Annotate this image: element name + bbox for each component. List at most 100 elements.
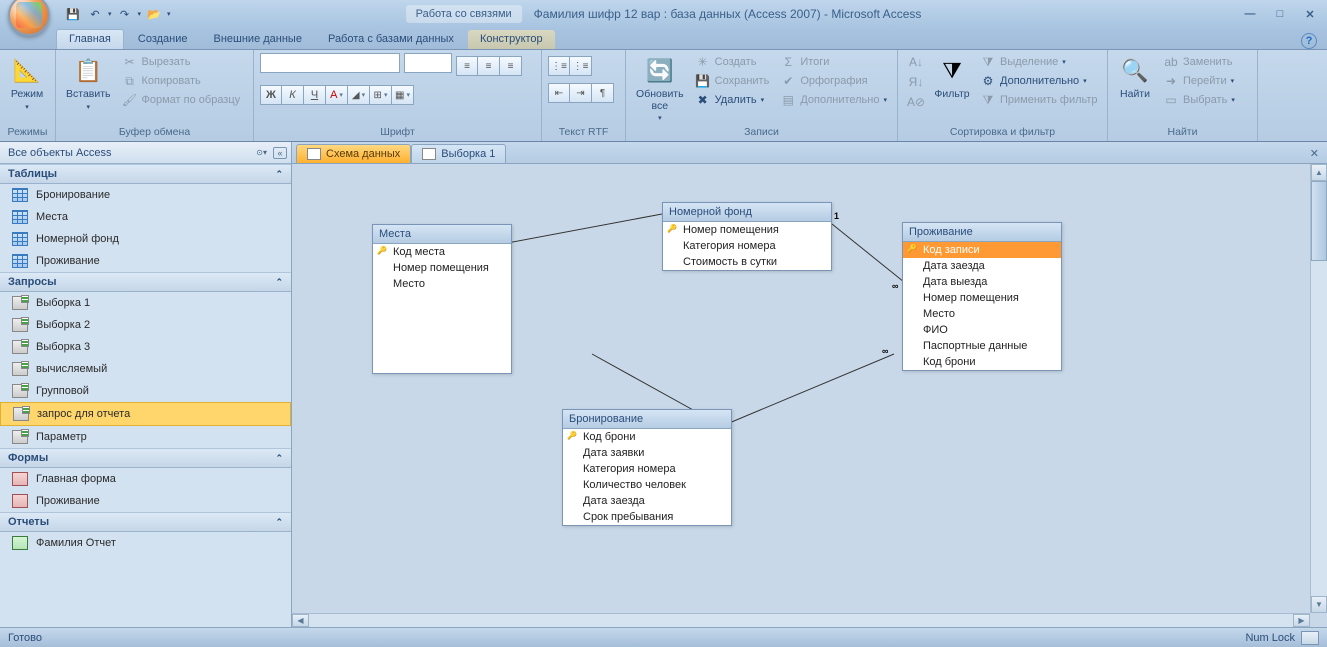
rel-table-stay[interactable]: Проживание Код записи Дата заезда Дата в… xyxy=(902,222,1062,371)
nav-group-tables[interactable]: Таблицы⌃ xyxy=(0,164,291,184)
tab-home[interactable]: Главная xyxy=(56,29,124,49)
italic-button[interactable]: К xyxy=(282,85,304,105)
rel-field[interactable]: Категория номера xyxy=(663,238,831,254)
sort-desc-button[interactable]: Я↓ xyxy=(904,73,928,91)
close-button[interactable]: ✕ xyxy=(1299,8,1321,21)
minimize-button[interactable]: — xyxy=(1239,8,1261,21)
ltr-button[interactable]: ¶ xyxy=(592,83,614,103)
doc-tab-query[interactable]: Выборка 1 xyxy=(411,144,506,163)
replace-button[interactable]: abЗаменить xyxy=(1159,53,1239,71)
nav-item-query[interactable]: вычисляемый xyxy=(0,358,291,380)
undo-dropdown[interactable]: ▾ xyxy=(108,10,112,18)
clear-sort-button[interactable]: A⊘ xyxy=(904,93,928,111)
find-button[interactable]: 🔍 Найти xyxy=(1114,53,1156,103)
relationship-canvas[interactable]: 1 ∞ 1 ∞ 1 ∞ Места Код места Номер помеще… xyxy=(292,164,1327,627)
rel-field[interactable]: Дата заезда xyxy=(903,258,1061,274)
rel-field[interactable]: Количество человек xyxy=(563,477,731,493)
rel-table-booking[interactable]: Бронирование Код брони Дата заявки Катег… xyxy=(562,409,732,526)
nav-item-query[interactable]: Выборка 3 xyxy=(0,336,291,358)
gridlines-button[interactable]: ⊞ xyxy=(370,85,392,105)
align-center-button[interactable]: ≡ xyxy=(478,56,500,76)
rel-table-places[interactable]: Места Код места Номер помещения Место xyxy=(372,224,512,374)
qat-customize[interactable]: ▾ xyxy=(167,10,171,18)
rel-field[interactable]: Стоимость в сутки xyxy=(663,254,831,270)
indent-left-button[interactable]: ⇤ xyxy=(548,83,570,103)
align-left-button[interactable]: ≡ xyxy=(456,56,478,76)
rel-field[interactable]: Код брони xyxy=(563,429,731,445)
nav-group-reports[interactable]: Отчеты⌃ xyxy=(0,512,291,532)
nav-item-table[interactable]: Номерной фонд xyxy=(0,228,291,250)
selection-button[interactable]: ⧩Выделение ▾ xyxy=(976,53,1102,71)
nav-header[interactable]: Все объекты Access ⊙▾ « xyxy=(0,142,291,164)
scroll-right-button[interactable]: ▶ xyxy=(1293,614,1310,627)
scroll-thumb[interactable] xyxy=(1311,181,1327,261)
nav-collapse-button[interactable]: « xyxy=(273,147,287,159)
filter-button[interactable]: ⧩ Фильтр xyxy=(931,53,973,103)
help-icon[interactable]: ? xyxy=(1301,33,1317,49)
rel-field[interactable]: Паспортные данные xyxy=(903,338,1061,354)
nav-item-query[interactable]: Выборка 1 xyxy=(0,292,291,314)
undo-icon[interactable]: ↶ xyxy=(86,5,104,23)
doc-close-button[interactable]: ✕ xyxy=(1306,146,1323,161)
horizontal-scrollbar[interactable]: ◀ ▶ xyxy=(292,613,1310,627)
nav-item-query[interactable]: Параметр xyxy=(0,426,291,448)
rel-field[interactable]: Код места xyxy=(373,244,511,260)
toggle-filter-button[interactable]: ⧩Применить фильтр xyxy=(976,91,1102,109)
alt-color-button[interactable]: ▦ xyxy=(392,85,414,105)
cut-button[interactable]: ✂Вырезать xyxy=(118,53,245,71)
select-button[interactable]: ▭Выбрать ▾ xyxy=(1159,91,1239,109)
rel-field[interactable]: Место xyxy=(373,276,511,292)
fill-color-button[interactable]: ◢ xyxy=(348,85,370,105)
rel-field[interactable]: Дата заезда xyxy=(563,493,731,509)
nav-item-table[interactable]: Проживание xyxy=(0,250,291,272)
nav-item-query[interactable]: Групповой xyxy=(0,380,291,402)
new-record-button[interactable]: ✳Создать xyxy=(691,53,774,71)
nav-item-query[interactable]: запрос для отчета xyxy=(0,402,291,426)
increase-list-button[interactable]: ⋮≡ xyxy=(570,56,592,76)
view-mode-button[interactable] xyxy=(1301,631,1319,645)
align-right-button[interactable]: ≡ xyxy=(500,56,522,76)
underline-button[interactable]: Ч xyxy=(304,85,326,105)
sort-asc-button[interactable]: A↓ xyxy=(904,53,928,71)
nav-item-form[interactable]: Проживание xyxy=(0,490,291,512)
rel-field[interactable]: Категория номера xyxy=(563,461,731,477)
redo-dropdown[interactable]: ▾ xyxy=(138,10,142,18)
rel-field[interactable]: Срок пребывания xyxy=(563,509,731,525)
nav-item-table[interactable]: Бронирование xyxy=(0,184,291,206)
redo-icon[interactable]: ↷ xyxy=(116,5,134,23)
spelling-button[interactable]: ✔Орфография xyxy=(776,72,891,90)
nav-group-forms[interactable]: Формы⌃ xyxy=(0,448,291,468)
scroll-up-button[interactable]: ▲ xyxy=(1311,164,1327,181)
nav-item-query[interactable]: Выборка 2 xyxy=(0,314,291,336)
save-record-button[interactable]: 💾Сохранить xyxy=(691,72,774,90)
font-name-combo[interactable] xyxy=(260,53,400,73)
nav-group-queries[interactable]: Запросы⌃ xyxy=(0,272,291,292)
goto-button[interactable]: ➜Перейти ▾ xyxy=(1159,72,1239,90)
tab-create[interactable]: Создание xyxy=(126,30,200,49)
tab-dbtools[interactable]: Работа с базами данных xyxy=(316,30,466,49)
indent-right-button[interactable]: ⇥ xyxy=(570,83,592,103)
tab-design[interactable]: Конструктор xyxy=(468,30,555,49)
open-icon[interactable]: 📂 xyxy=(145,5,163,23)
totals-button[interactable]: ΣИтоги xyxy=(776,53,891,71)
scroll-down-button[interactable]: ▼ xyxy=(1311,596,1327,613)
save-icon[interactable]: 💾 xyxy=(64,5,82,23)
rel-field[interactable]: Место xyxy=(903,306,1061,322)
nav-item-table[interactable]: Места xyxy=(0,206,291,228)
delete-button[interactable]: ✖Удалить ▾ xyxy=(691,91,774,109)
rel-field[interactable]: Код брони xyxy=(903,354,1061,370)
rel-field[interactable]: Номер помещения xyxy=(373,260,511,276)
rel-field[interactable]: Код записи xyxy=(903,242,1061,258)
doc-tab-schema[interactable]: Схема данных xyxy=(296,144,411,163)
scroll-left-button[interactable]: ◀ xyxy=(292,614,309,627)
nav-dropdown-icon[interactable]: ⊙▾ xyxy=(256,148,267,157)
format-painter-button[interactable]: 🖌Формат по образцу xyxy=(118,91,245,109)
rel-field[interactable]: ФИО xyxy=(903,322,1061,338)
rel-table-rooms[interactable]: Номерной фонд Номер помещения Категория … xyxy=(662,202,832,271)
tab-external[interactable]: Внешние данные xyxy=(202,30,314,49)
advanced-filter-button[interactable]: ⚙Дополнительно ▾ xyxy=(976,72,1102,90)
font-size-combo[interactable] xyxy=(404,53,452,73)
copy-button[interactable]: ⧉Копировать xyxy=(118,72,245,90)
nav-item-report[interactable]: Фамилия Отчет xyxy=(0,532,291,554)
nav-item-form[interactable]: Главная форма xyxy=(0,468,291,490)
